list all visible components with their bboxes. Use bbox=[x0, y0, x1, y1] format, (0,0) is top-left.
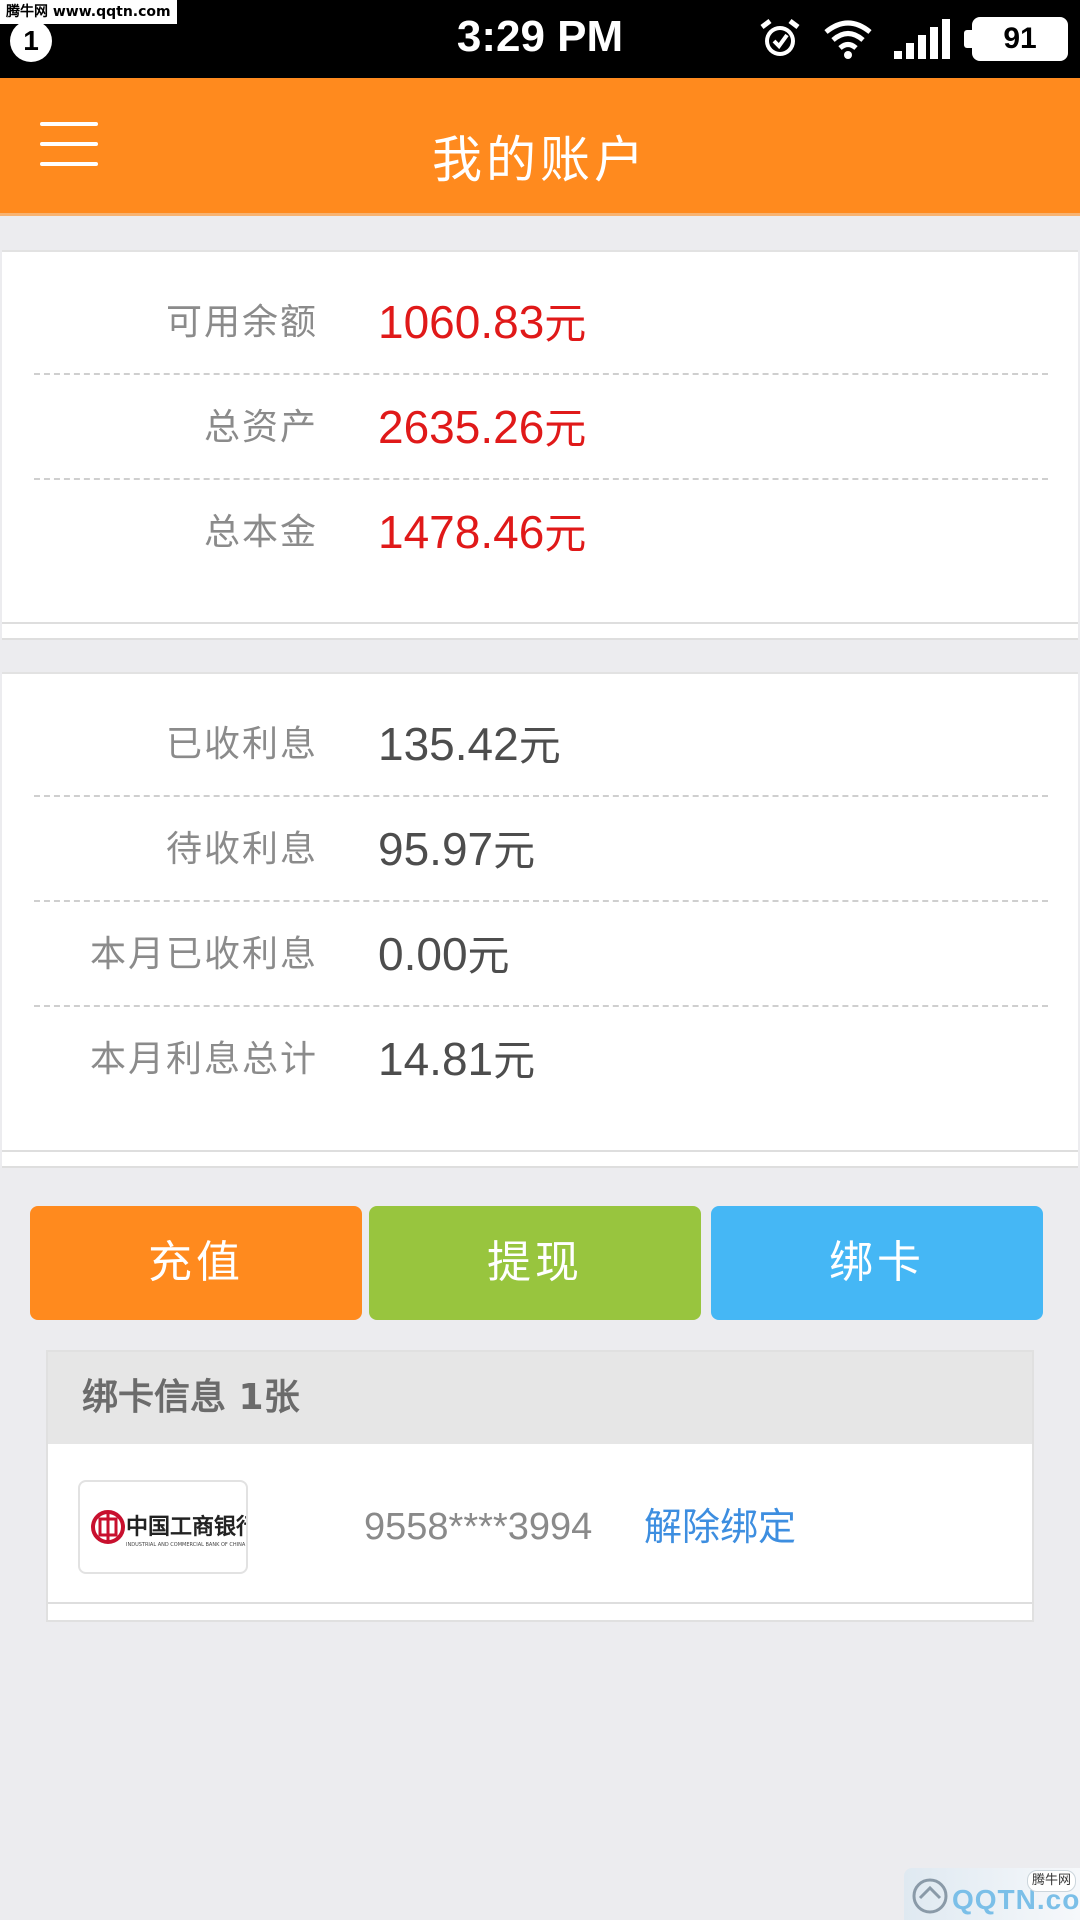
signal-icon bbox=[894, 19, 950, 59]
svg-text:INDUSTRIAL AND COMMERCIAL BANK: INDUSTRIAL AND COMMERCIAL BANK OF CHINA bbox=[126, 1542, 246, 1548]
balance-row-available: 可用余额 1060.83元 bbox=[2, 270, 1078, 375]
interest-row-month-total: 本月利息总计 14.81元 bbox=[2, 1007, 1078, 1112]
interest-row-received: 已收利息 135.42元 bbox=[2, 692, 1078, 797]
balance-row-total-assets: 总资产 2635.26元 bbox=[2, 375, 1078, 480]
row-value: 135.42元 bbox=[378, 718, 561, 770]
watermark-logo-icon bbox=[912, 1878, 948, 1914]
balance-card: 可用余额 1060.83元 总资产 2635.26元 总本金 1478.46元 bbox=[2, 250, 1078, 640]
status-bar: 腾牛网 www.qqtn.com 1 3:29 PM 91 bbox=[0, 0, 1080, 78]
row-label: 总本金 bbox=[203, 512, 318, 553]
row-label: 本月已收利息 bbox=[89, 934, 318, 975]
battery-icon: 91 bbox=[964, 17, 1068, 61]
recharge-button[interactable]: 充值 bbox=[30, 1206, 362, 1320]
bound-cards-header: 绑卡信息 1张 bbox=[48, 1352, 1032, 1444]
alarm-icon bbox=[760, 19, 800, 56]
withdraw-button[interactable]: 提现 bbox=[369, 1206, 701, 1320]
row-label: 本月利息总计 bbox=[89, 1039, 318, 1080]
row-value: 0.00元 bbox=[378, 928, 510, 980]
status-icons: 91 bbox=[758, 14, 1068, 64]
row-value: 1478.46元 bbox=[378, 506, 587, 558]
row-value: 1060.83元 bbox=[378, 296, 587, 348]
unbind-link[interactable]: 解除绑定 bbox=[644, 1480, 796, 1574]
panel-footer bbox=[48, 1602, 1032, 1620]
row-value: 2635.26元 bbox=[378, 401, 587, 453]
wifi-icon bbox=[824, 20, 872, 59]
bound-cards-title: 绑卡信息 1张 bbox=[82, 1377, 300, 1418]
bank-logo: 中国工商银行 INDUSTRIAL AND COMMERCIAL BANK OF… bbox=[78, 1480, 258, 1574]
row-label: 总资产 bbox=[203, 407, 318, 448]
row-label: 已收利息 bbox=[165, 724, 318, 765]
page-title: 我的账户 bbox=[432, 131, 648, 189]
icbc-logo-icon: 中国工商银行 INDUSTRIAL AND COMMERCIAL BANK OF… bbox=[91, 1510, 258, 1548]
row-value: 14.81元 bbox=[378, 1033, 536, 1085]
row-label: 可用余额 bbox=[165, 302, 318, 343]
bind-card-button[interactable]: 绑卡 bbox=[711, 1206, 1043, 1320]
svg-text:中国工商银行: 中国工商银行 bbox=[126, 1514, 246, 1540]
interest-row-month-received: 本月已收利息 0.00元 bbox=[2, 902, 1078, 1007]
interest-row-pending: 待收利息 95.97元 bbox=[2, 797, 1078, 902]
row-value: 95.97元 bbox=[378, 823, 536, 875]
card-footer bbox=[2, 622, 1078, 640]
row-label: 待收利息 bbox=[165, 829, 318, 870]
bound-cards-panel: 绑卡信息 1张 中国工商银行 INDUSTRIAL AND COMMERCIAL… bbox=[46, 1350, 1034, 1622]
app-header: 我的账户 bbox=[0, 78, 1080, 216]
balance-row-principal: 总本金 1478.46元 bbox=[2, 480, 1078, 585]
watermark-tag: 腾牛网 bbox=[1026, 1870, 1076, 1892]
corner-watermark: QQTN.com 腾牛网 bbox=[904, 1868, 1080, 1920]
card-footer bbox=[2, 1150, 1078, 1168]
card-number: 9558****3994 bbox=[364, 1506, 593, 1548]
interest-card: 已收利息 135.42元 待收利息 95.97元 本月已收利息 0.00元 本月… bbox=[2, 672, 1078, 1168]
